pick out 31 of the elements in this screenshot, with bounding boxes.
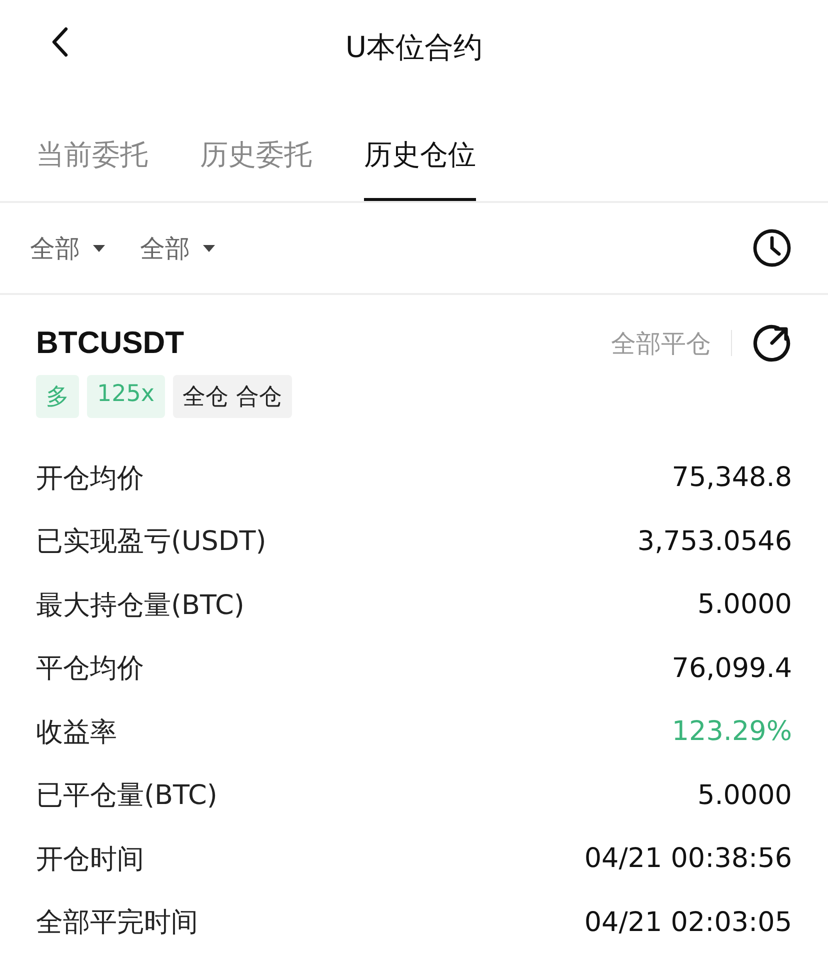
filter-dropdown[interactable]: 全部 (140, 232, 216, 264)
page-title: U本位合约 (345, 29, 483, 66)
symbol-name: BTCUSDT (36, 325, 184, 361)
field-label: 已平仓量(BTC) (36, 779, 218, 814)
field-value: 75,348.8 (672, 462, 792, 494)
field-value: 76,099.4 (672, 652, 792, 684)
field-label: 平仓均价 (36, 652, 144, 686)
field-value: 5.0000 (698, 780, 792, 811)
field-label: 最大持仓量(BTC) (36, 588, 244, 623)
field-label: 收益率 (36, 716, 117, 750)
share-icon[interactable] (752, 323, 792, 363)
field-value: 04/21 02:03:05 (584, 906, 792, 938)
filter-dropdown[interactable]: 全部 (30, 232, 106, 264)
field-label: 全部平完时间 (36, 906, 198, 940)
tag: 125x (87, 375, 165, 418)
tag: 全仓 合仓 (172, 375, 292, 418)
field-label: 开仓均价 (36, 462, 144, 496)
field-value: 04/21 00:38:56 (584, 843, 792, 874)
field-value: 123.29% (672, 716, 792, 748)
tab[interactable]: 历史委托 (200, 136, 312, 201)
field-value: 5.0000 (698, 589, 792, 620)
caret-icon (202, 244, 216, 252)
tag: 多 (36, 375, 79, 418)
field-label: 开仓时间 (36, 842, 144, 877)
clock-icon[interactable] (752, 228, 792, 268)
tab[interactable]: 历史仓位 (364, 136, 476, 201)
field-label: 已实现盈亏(USDT) (36, 525, 266, 560)
field-value: 3,753.0546 (637, 526, 792, 557)
back-icon[interactable] (50, 26, 70, 58)
tab[interactable]: 当前委托 (36, 136, 148, 201)
caret-icon (92, 244, 106, 252)
